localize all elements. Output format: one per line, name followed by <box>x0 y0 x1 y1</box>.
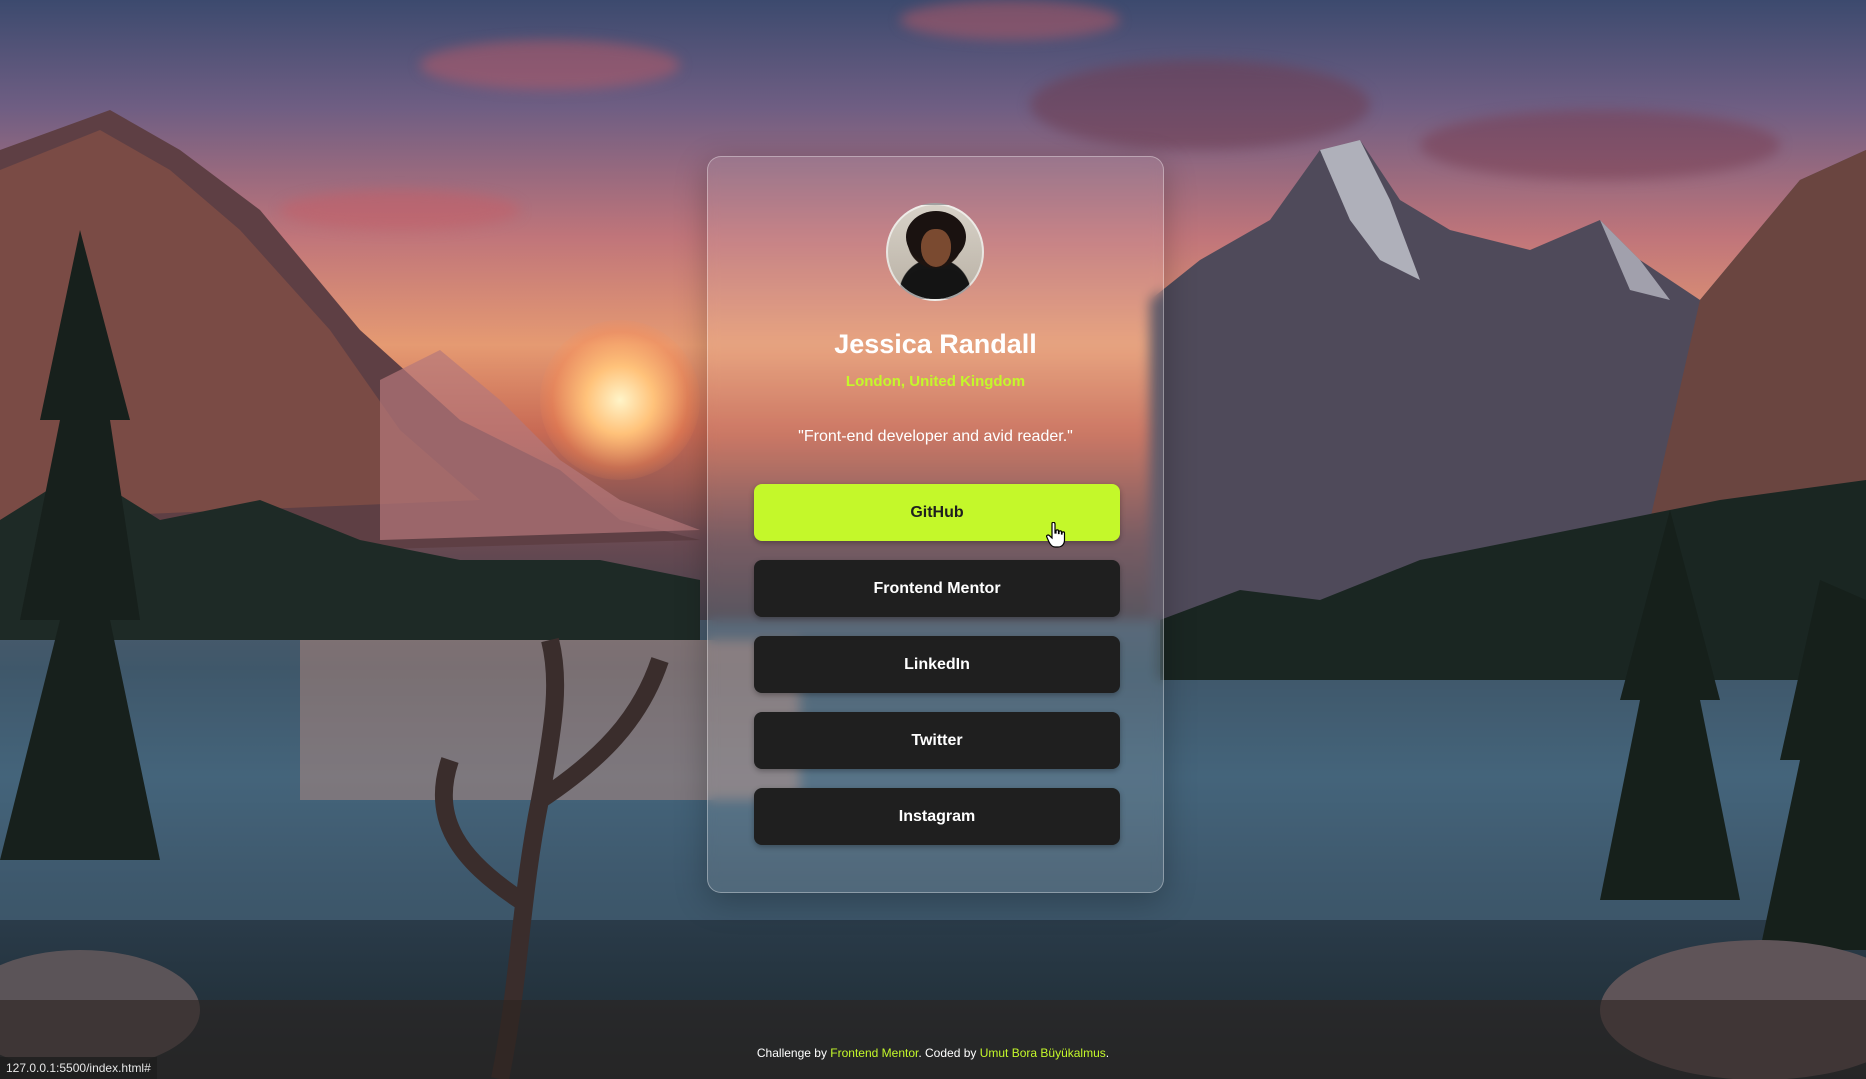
author-footer-link[interactable]: Umut Bora Büyükalmus <box>980 1046 1106 1060</box>
footer-middle: . Coded by <box>918 1046 980 1060</box>
profile-card: Jessica Randall London, United Kingdom "… <box>707 156 1164 893</box>
linkedin-link-button[interactable]: LinkedIn <box>754 636 1120 693</box>
instagram-link-button[interactable]: Instagram <box>754 788 1120 845</box>
footer-attribution: Challenge by Frontend Mentor. Coded by U… <box>0 1046 1866 1060</box>
footer-suffix: . <box>1105 1046 1110 1060</box>
hand-pointer-icon <box>1046 522 1066 548</box>
profile-location: London, United Kingdom <box>845 373 1026 390</box>
footer-prefix: Challenge by <box>756 1046 831 1060</box>
browser-status-bar-url: 127.0.0.1:5500/index.html# <box>0 1057 157 1079</box>
profile-bio: "Front-end developer and avid reader." <box>798 428 1073 445</box>
frontend-mentor-link-button[interactable]: Frontend Mentor <box>754 560 1120 617</box>
twitter-link-button[interactable]: Twitter <box>754 712 1120 769</box>
avatar-face <box>921 229 951 267</box>
avatar <box>886 203 984 301</box>
frontend-mentor-footer-link[interactable]: Frontend Mentor <box>830 1046 918 1060</box>
profile-name: Jessica Randall <box>834 329 1037 359</box>
avatar-body <box>902 269 970 299</box>
